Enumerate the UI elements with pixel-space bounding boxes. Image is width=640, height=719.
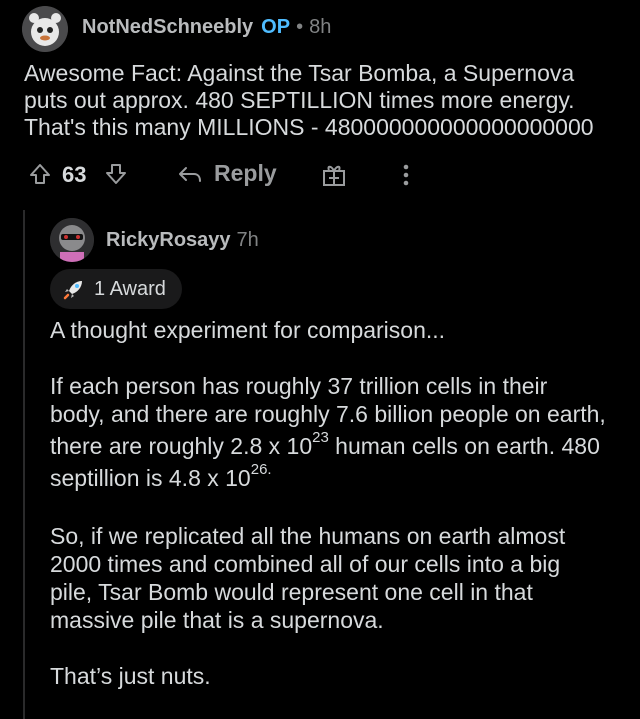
reply-paragraph-line: septillion is 4.8 x 1026.	[50, 461, 630, 492]
math-text: septillion is 4.8 x 10	[50, 465, 251, 491]
parent-body-line: Awesome Fact: Against the Tsar Bomba, a …	[24, 60, 575, 86]
parent-actions: 63 Reply	[0, 152, 640, 196]
reply-paragraph: A thought experiment for comparison...	[50, 317, 446, 343]
rocket-icon	[63, 281, 82, 300]
reply-paragraph-line: If each person has roughly 37 trillion c…	[50, 373, 548, 399]
arrow-up-icon	[30, 164, 50, 184]
reply-arrow-icon	[179, 166, 201, 182]
math-text: there are roughly 2.8 x 10	[50, 433, 313, 459]
reply-username[interactable]: RickyRosayy	[106, 229, 231, 251]
parent-time: 8h	[309, 16, 332, 38]
reply-time: 7h	[236, 229, 259, 251]
op-avatar[interactable]	[22, 6, 68, 52]
reply-paragraph-line: pile, Tsar Bomb would represent one cell…	[50, 579, 533, 605]
arrow-down-icon	[106, 164, 126, 184]
gift-icon	[323, 165, 345, 186]
reply-paragraph-line: So, if we replicated all the humans on e…	[50, 523, 566, 549]
reply-paragraph-line: there are roughly 2.8 x 1023 human cells…	[50, 429, 630, 460]
thread-line[interactable]	[23, 210, 25, 719]
award-count: 1 Award	[94, 277, 166, 300]
more-options-button[interactable]	[400, 162, 412, 188]
parent-meta: NotNedSchneebly OP • 8h	[82, 16, 331, 39]
score: 63	[62, 162, 87, 187]
exponent: 23	[312, 429, 329, 447]
award-badge[interactable]: 1 Award	[50, 269, 182, 309]
reply-body: A thought experiment for comparison... I…	[50, 316, 630, 690]
parent-body-line: puts out approx. 480 SEPTILLION times mo…	[24, 87, 575, 113]
reply-label: Reply	[214, 160, 277, 186]
more-vertical-icon	[403, 164, 409, 186]
downvote-button[interactable]	[104, 162, 128, 186]
reply-meta: RickyRosayy 7h	[106, 229, 259, 252]
give-award-button[interactable]	[321, 162, 347, 188]
parent-username[interactable]: NotNedSchneebly	[82, 16, 253, 38]
parent-body: Awesome Fact: Against the Tsar Bomba, a …	[24, 60, 624, 141]
reply-paragraph: That’s just nuts.	[50, 663, 211, 689]
reply-avatar[interactable]	[50, 218, 94, 262]
math-text: human cells on earth. 480	[328, 433, 600, 459]
op-badge: OP	[261, 16, 291, 38]
parent-body-line: That's this many MILLIONS - 480000000000…	[24, 114, 594, 140]
reply-paragraph-line: 2000 times and combined all of our cells…	[50, 551, 561, 577]
reply-paragraph-line: body, and there are roughly 7.6 billion …	[50, 401, 606, 427]
reply-paragraph-line: massive pile that is a supernova.	[50, 607, 384, 633]
reply-button[interactable]: Reply	[176, 160, 277, 187]
exponent: 26.	[250, 461, 272, 479]
upvote-button[interactable]	[28, 162, 52, 186]
meta-separator: •	[296, 16, 304, 38]
